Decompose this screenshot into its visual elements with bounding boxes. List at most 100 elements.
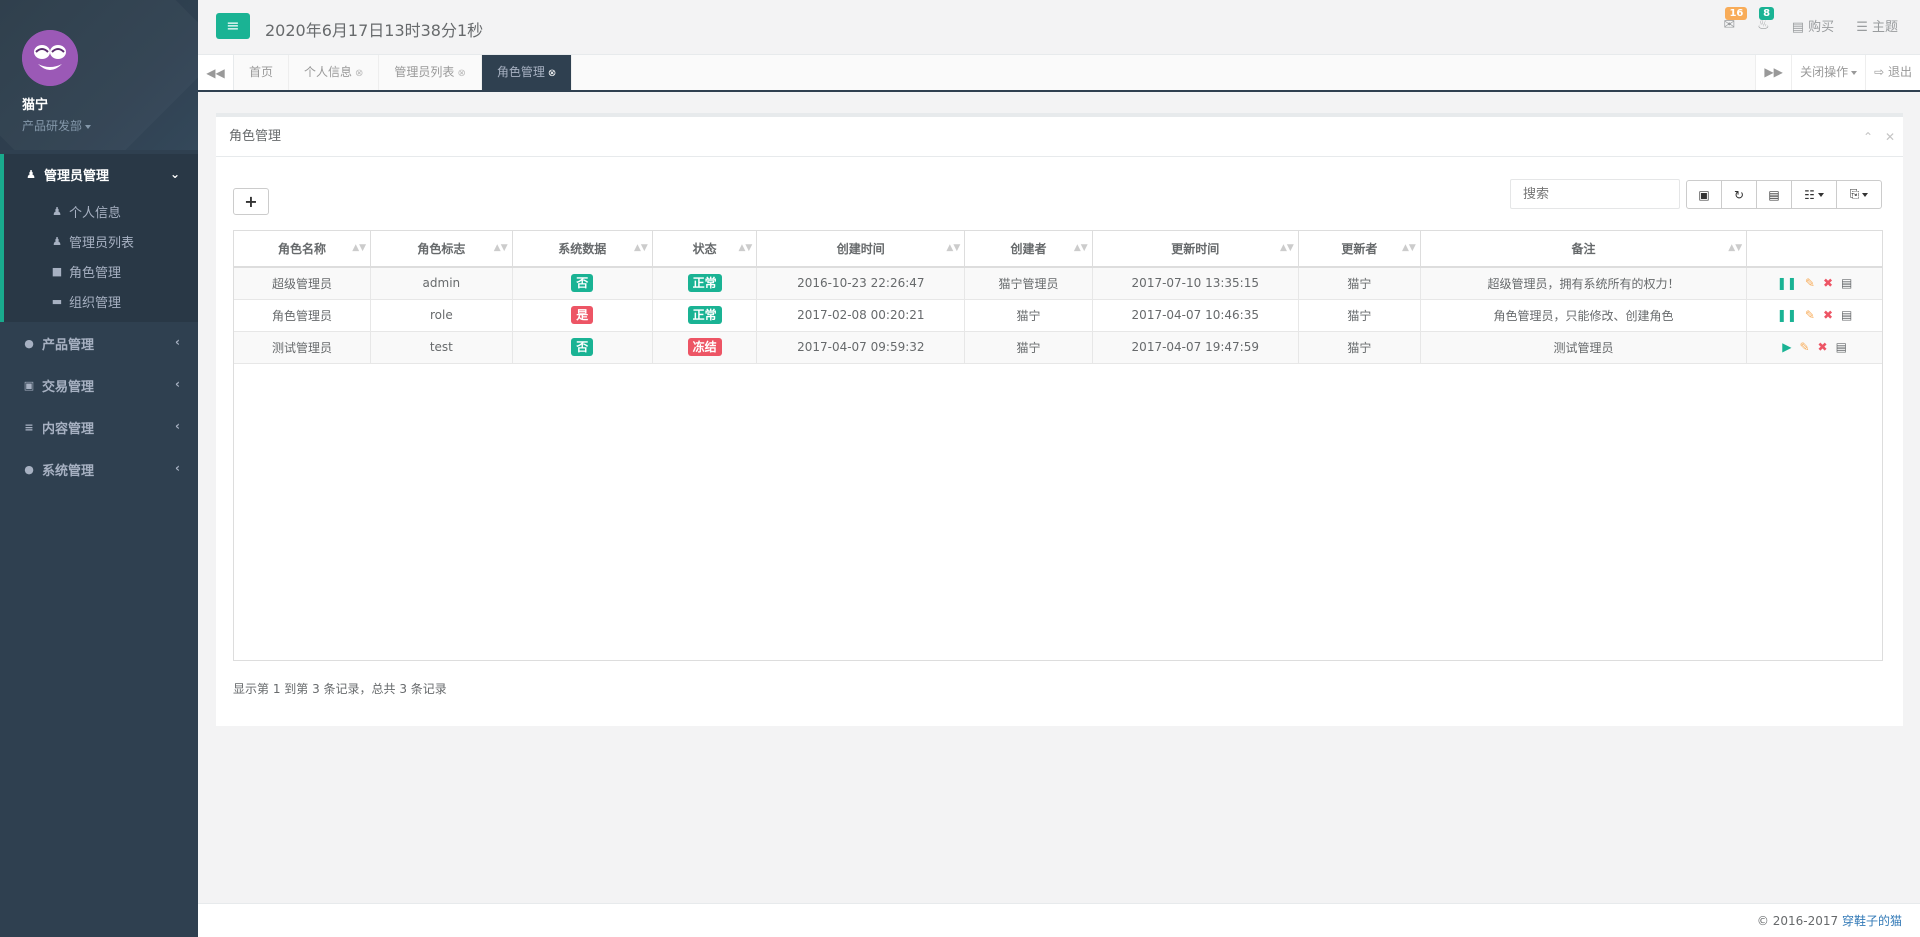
cell-creator: 猫宁 bbox=[964, 331, 1093, 364]
sort-icon: ▲▼ bbox=[1073, 243, 1088, 253]
close-icon[interactable]: ⊗ bbox=[355, 68, 363, 79]
cell-actions: ▶ ✎ ✖ ▤ bbox=[1746, 331, 1882, 364]
notifications-button[interactable]: ♨ 8 bbox=[1757, 7, 1775, 33]
detail-icon[interactable]: ▤ bbox=[1841, 276, 1852, 290]
column-header-system-data[interactable]: 系统数据 ▲▼ bbox=[511, 231, 653, 268]
money-icon: ▣ bbox=[23, 378, 35, 392]
caret-down-icon bbox=[1817, 192, 1824, 197]
top-right-nav: ✉ 16 ♨ 8 ▤ 购买 ☰ 主题 bbox=[1723, 0, 1920, 50]
menu-item-product-management[interactable]: ● 产品管理 ‹ bbox=[0, 322, 198, 364]
close-icon[interactable]: ⊗ bbox=[457, 68, 465, 79]
chevron-left-icon: ‹ bbox=[175, 461, 180, 475]
user-icon: ♟ bbox=[26, 167, 36, 181]
buy-link[interactable]: ▤ 购买 bbox=[1792, 16, 1834, 35]
system-data-badge: 否 bbox=[571, 338, 594, 356]
column-header-updated-time[interactable]: 更新时间 ▲▼ bbox=[1091, 231, 1299, 268]
tasks-icon: ☰ bbox=[1856, 19, 1868, 35]
tab-role-management[interactable]: 角色管理 ⊗ bbox=[481, 55, 573, 90]
column-header-status[interactable]: 状态 ▲▼ bbox=[651, 231, 757, 268]
chevron-down-icon: ⌄ bbox=[169, 167, 180, 181]
column-header-created-time[interactable]: 创建时间 ▲▼ bbox=[756, 231, 965, 268]
avatar[interactable] bbox=[22, 30, 78, 86]
menu-item-label: 交易管理 bbox=[42, 379, 95, 395]
column-label: 更新时间 bbox=[1171, 242, 1220, 256]
theme-label: 主题 bbox=[1871, 19, 1898, 35]
column-header-remark[interactable]: 备注 ▲▼ bbox=[1419, 231, 1747, 268]
forward-icon: ▶▶ bbox=[1764, 65, 1783, 79]
menu-item-label: 系统管理 bbox=[42, 463, 95, 479]
edit-icon[interactable]: ✎ bbox=[1805, 308, 1815, 322]
toggle-pagination-button[interactable]: ▣ bbox=[1686, 180, 1722, 209]
column-header-creator[interactable]: 创建者 ▲▼ bbox=[964, 231, 1093, 268]
submenu-item-admin-list[interactable]: ♟ 管理员列表 bbox=[4, 226, 198, 256]
user-name: 猫宁 bbox=[22, 98, 49, 113]
pause-icon[interactable]: ❚❚ bbox=[1777, 308, 1797, 322]
refresh-icon: ↻ bbox=[1733, 187, 1745, 202]
menu-toggle-button[interactable]: ≡ bbox=[216, 13, 250, 39]
edit-icon[interactable]: ✎ bbox=[1799, 340, 1809, 354]
delete-icon[interactable]: ✖ bbox=[1823, 308, 1833, 322]
submenu-item-profile[interactable]: ♟ 个人信息 bbox=[4, 196, 198, 226]
cell-status: 冻结 bbox=[651, 331, 757, 364]
column-header-actions bbox=[1746, 231, 1882, 268]
menu-item-admin-management[interactable]: ♟ 管理员管理 ⌄ bbox=[4, 154, 198, 194]
chevron-up-icon[interactable]: ⌃ bbox=[1863, 130, 1873, 144]
cell-updated-time: 2017-07-10 13:35:15 bbox=[1091, 267, 1299, 300]
add-role-button[interactable]: + bbox=[233, 188, 269, 215]
edit-icon[interactable]: ✎ bbox=[1805, 276, 1815, 290]
table-header-row: 角色名称 ▲▼ 角色标志 ▲▼ 系统数据 ▲▼ 状态 ▲▼ 创建时间 ▲▼ 创建者 ▲▼ 更… bbox=[234, 231, 1882, 268]
cell-system-data: 否 bbox=[511, 267, 653, 300]
close-ops-dropdown[interactable]: 关闭操作 bbox=[1791, 55, 1865, 90]
tab-label: 管理员列表 bbox=[394, 65, 455, 79]
delete-icon[interactable]: ✖ bbox=[1823, 276, 1833, 290]
logout-button[interactable]: ⇨ 退出 bbox=[1865, 55, 1920, 90]
close-icon[interactable]: ⊗ bbox=[548, 68, 556, 79]
columns-dropdown-button[interactable]: ☷ bbox=[1791, 180, 1837, 209]
cell-role-flag: admin bbox=[370, 267, 513, 300]
sort-icon: ▲▼ bbox=[352, 243, 367, 253]
table-row[interactable]: 超级管理员 admin 否 正常 2016-10-23 22:26:47 猫宁管… bbox=[234, 267, 1882, 300]
refresh-button[interactable]: ↻ bbox=[1721, 180, 1757, 209]
author-link[interactable]: 穿鞋子的猫 bbox=[1842, 914, 1902, 928]
detail-icon[interactable]: ▤ bbox=[1841, 308, 1852, 322]
tab-scroll-left-button[interactable]: ◀◀ bbox=[198, 55, 234, 90]
tab-profile[interactable]: 个人信息 ⊗ bbox=[289, 55, 380, 90]
tab-home[interactable]: 首页 bbox=[234, 55, 290, 90]
pause-icon[interactable]: ❚❚ bbox=[1777, 276, 1797, 290]
gear-icon: ● bbox=[24, 462, 34, 476]
lock-icon: ■ bbox=[51, 264, 63, 278]
tab-admin-list[interactable]: 管理员列表 ⊗ bbox=[379, 55, 482, 90]
menu-item-trade-management[interactable]: ▣ 交易管理 ‹ bbox=[0, 364, 198, 406]
tab-scroll-right-button[interactable]: ▶▶ bbox=[1755, 55, 1791, 90]
detail-icon[interactable]: ▤ bbox=[1836, 340, 1847, 354]
user-dept-dropdown[interactable]: 产品研发部 bbox=[22, 117, 198, 134]
search-input[interactable] bbox=[1510, 179, 1680, 209]
delete-icon[interactable]: ✖ bbox=[1818, 340, 1828, 354]
messages-badge: 16 bbox=[1725, 7, 1748, 20]
submenu-item-role-management[interactable]: ■ 角色管理 bbox=[4, 256, 198, 286]
sort-icon: ▲▼ bbox=[1279, 243, 1294, 253]
column-header-role-flag[interactable]: 角色标志 ▲▼ bbox=[370, 231, 513, 268]
table-row[interactable]: 角色管理员 role 是 正常 2017-02-08 00:20:21 猫宁 2… bbox=[234, 299, 1882, 332]
status-badge: 正常 bbox=[687, 306, 722, 324]
close-icon[interactable]: ✕ bbox=[1885, 130, 1895, 144]
toggle-view-button[interactable]: ▤ bbox=[1756, 180, 1792, 209]
table-row[interactable]: 测试管理员 test 否 冻结 2017-04-07 09:59:32 猫宁 2… bbox=[234, 331, 1882, 364]
user-md-icon: ♟ bbox=[52, 204, 62, 218]
submenu-item-organization[interactable]: ▬ 组织管理 bbox=[4, 286, 198, 316]
cell-status: 正常 bbox=[651, 299, 757, 332]
menu-item-system-management[interactable]: ● 系统管理 ‹ bbox=[0, 448, 198, 490]
cell-role-name: 角色管理员 bbox=[234, 299, 371, 332]
export-dropdown-button[interactable]: ⎘ bbox=[1836, 180, 1882, 209]
theme-link[interactable]: ☰ 主题 bbox=[1856, 16, 1898, 35]
sort-icon: ▲▼ bbox=[1401, 243, 1416, 253]
cell-remark: 超级管理员，拥有系统所有的权力！ bbox=[1419, 267, 1747, 300]
copyright-text: © 2016-2017 bbox=[1756, 914, 1839, 928]
column-label: 更新者 bbox=[1341, 242, 1378, 256]
sidebar: 猫宁 产品研发部 ♟ 管理员管理 ⌄ ♟ 个人信息 ♟ 管理员列表 ■ 角色管理 ▬ 组… bbox=[0, 0, 198, 937]
messages-button[interactable]: ✉ 16 bbox=[1723, 7, 1748, 33]
column-header-updater[interactable]: 更新者 ▲▼ bbox=[1297, 231, 1421, 268]
play-icon[interactable]: ▶ bbox=[1782, 340, 1791, 354]
column-header-role-name[interactable]: 角色名称 ▲▼ bbox=[234, 231, 371, 268]
menu-item-content-management[interactable]: ≡ 内容管理 ‹ bbox=[0, 406, 198, 448]
